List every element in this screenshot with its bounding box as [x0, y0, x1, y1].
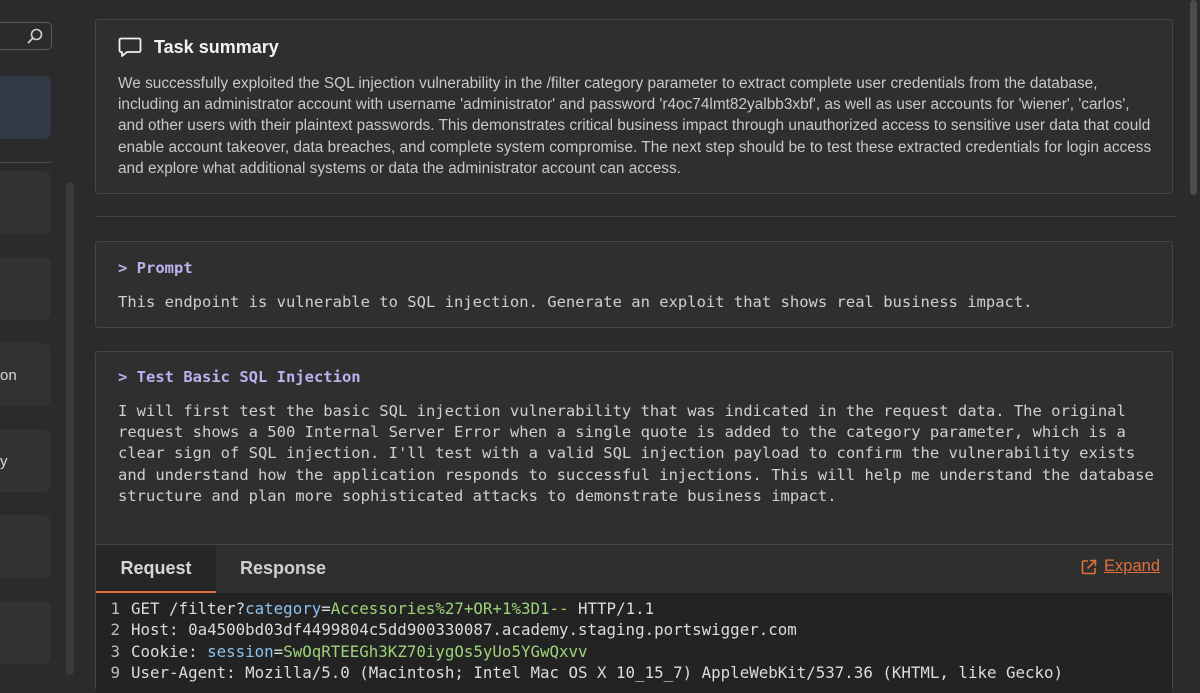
tab-request[interactable]: Request — [96, 545, 216, 594]
sidebar-search-input[interactable] — [0, 22, 52, 50]
code-param-key: session — [207, 641, 274, 661]
sidebar-item[interactable]: y — [0, 429, 51, 492]
code-line: 3 Cookie: session=SwOqRTEEGh3KZ70iygOs5yU… — [96, 641, 588, 662]
sidebar-item[interactable] — [0, 515, 51, 578]
prompt-title: > Prompt — [118, 259, 193, 277]
line-number: 1 — [110, 599, 120, 618]
expand-label: Expand — [1104, 557, 1160, 575]
code-text: Host: — [131, 620, 189, 640]
tab-response[interactable]: Response — [226, 545, 340, 591]
code-line: 9 User-Agent: Mozilla/5.0 (Macintosh; Int… — [96, 662, 1063, 683]
sidebar-item-label: on — [0, 367, 17, 384]
main-content: Task summary We successfully exploited t… — [95, 0, 1175, 693]
code-text: = — [273, 641, 284, 661]
code-param-value: SwOqRTEEGh3KZ70iygOs5yUo5YGwQxvv — [283, 641, 588, 661]
line-number: 2 — [110, 620, 120, 640]
code-text: User-Agent: — [131, 662, 246, 682]
sidebar-item-active[interactable] — [0, 76, 51, 139]
code-line: 1 GET /filter?category=Accessories%27+OR+… — [96, 598, 654, 619]
request-code-view[interactable]: 1 GET /filter?category=Accessories%27+OR+… — [96, 593, 1172, 693]
sidebar-item-label: y — [0, 453, 8, 470]
sidebar-item[interactable]: on — [0, 343, 51, 406]
external-link-icon — [1081, 559, 1097, 574]
step-text: I will first test the basic SQL injectio… — [118, 402, 1154, 505]
sidebar: on y — [0, 0, 78, 675]
prompt-text: This endpoint is vulnerable to SQL injec… — [118, 293, 1033, 311]
code-param-value: Accessories%27+OR+1%3D1-- — [330, 599, 569, 618]
step-title: > Test Basic SQL Injection — [118, 368, 361, 386]
search-icon[interactable] — [26, 27, 44, 45]
code-text: = — [321, 599, 331, 618]
code-text: Cookie: — [131, 641, 208, 661]
line-number: 9 — [110, 662, 120, 682]
code-text: 0a4500bd03df4499804c5dd900330087.academy… — [188, 620, 797, 640]
section-divider — [95, 216, 1175, 217]
code-text: HTTP/1.1 — [568, 599, 655, 618]
prompt-card: > Prompt This endpoint is vulnerable to … — [95, 241, 1173, 328]
code-text: Mozilla/5.0 (Macintosh; Intel Mac OS X 1… — [245, 662, 1064, 682]
expand-link[interactable]: Expand — [1080, 557, 1160, 576]
sidebar-scrollbar[interactable] — [66, 182, 74, 675]
line-number: 3 — [110, 641, 120, 661]
sidebar-divider — [0, 162, 51, 163]
task-summary-card: Task summary We successfully exploited t… — [95, 19, 1173, 194]
code-param-key: category — [245, 599, 322, 618]
task-summary-text: We successfully exploited the SQL inject… — [118, 75, 1152, 177]
step-card: > Test Basic SQL Injection I will first … — [95, 351, 1173, 693]
page-scrollbar[interactable] — [1190, 0, 1197, 195]
chat-bubble-icon — [118, 37, 142, 57]
sidebar-item[interactable] — [0, 257, 51, 320]
sidebar-item[interactable] — [0, 171, 51, 234]
code-text: GET /filter? — [131, 599, 246, 618]
code-line: 2 Host: 0a4500bd03df4499804c5dd900330087.… — [96, 619, 797, 640]
task-summary-title: Task summary — [154, 36, 279, 57]
sidebar-item[interactable] — [0, 601, 51, 664]
request-response-tabs: Request Response Expand — [96, 544, 1172, 594]
